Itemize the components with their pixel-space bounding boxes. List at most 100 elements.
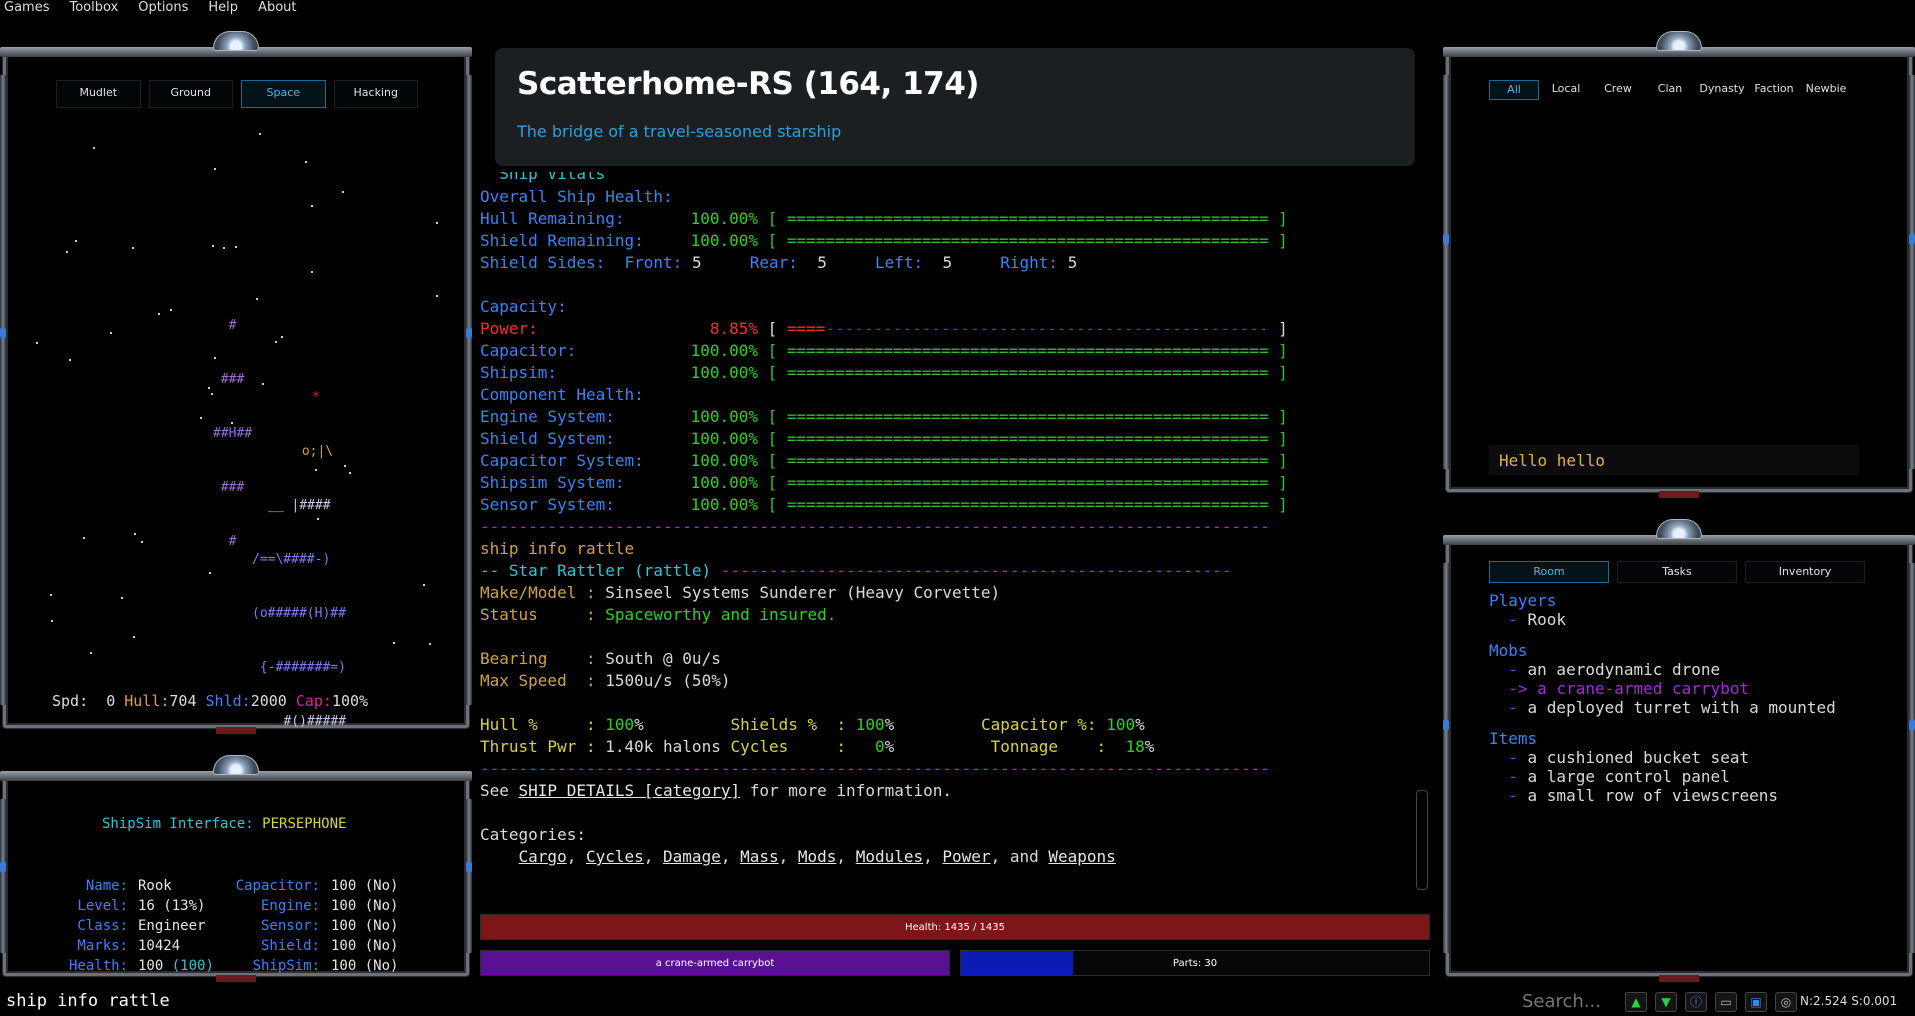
chat-tab-dynasty[interactable]: Dynasty xyxy=(1697,80,1747,100)
star xyxy=(90,652,92,654)
shield-sides-row: Shield Sides: Front: 5 Rear: 5 Left: 5 R… xyxy=(480,253,1078,272)
star xyxy=(223,247,225,249)
make-row: Make/Model : Sinseel Systems Sunderer (H… xyxy=(480,583,1001,602)
tab-ground[interactable]: Ground xyxy=(148,80,233,108)
star xyxy=(121,597,123,599)
category-link-weapons[interactable]: Weapons xyxy=(1048,847,1115,866)
hull-row: Hull Remaining: 100.00% [ ===============… xyxy=(480,209,1288,228)
star xyxy=(50,594,52,596)
list-item[interactable]: - a cushioned bucket seat xyxy=(1489,748,1836,767)
power-row: Power: 8.85% [ ====----------------------… xyxy=(480,319,1288,338)
menu-toolbox[interactable]: Toolbox xyxy=(69,0,118,18)
tab-tasks[interactable]: Tasks xyxy=(1617,561,1737,583)
list-item[interactable]: - a small row of viewscreens xyxy=(1489,786,1836,805)
category-link-cargo[interactable]: Cargo xyxy=(519,847,567,866)
categories-row: Cargo, Cycles, Damage, Mass, Mods, Modul… xyxy=(518,847,1116,866)
component-row: Shipsim System: 100.00% [ ===============… xyxy=(480,473,1288,492)
map-panel: Mudlet Ground Space Hacking # ### ##H## … xyxy=(0,31,472,734)
category-link-cycles[interactable]: Cycles xyxy=(586,847,644,866)
ship-marker-icon: * xyxy=(312,390,320,405)
ship-glyph: o;|\ __ |#### /==\####-) (o#####(H)## {-… xyxy=(252,444,347,729)
star xyxy=(170,309,172,311)
menu-games[interactable]: Games xyxy=(4,0,49,18)
settings-icon[interactable]: ◎ xyxy=(1775,991,1797,1012)
chat-message[interactable]: Hello hello xyxy=(1489,445,1859,475)
star xyxy=(235,246,237,248)
chat-tab-all[interactable]: All xyxy=(1489,80,1539,100)
component-row: Sensor System: 100.00% [ ================… xyxy=(480,495,1288,514)
shield-row: Shield Remaining: 100.00% [ =============… xyxy=(480,231,1288,250)
see-details-row: See SHIP DETAILS [category] for more inf… xyxy=(480,781,953,800)
component-row: Engine System: 100.00% [ ================… xyxy=(480,407,1288,426)
shipsim-title: ShipSim Interface: PERSEPHONE xyxy=(102,816,347,832)
overall-label: Overall Ship Health: xyxy=(480,187,673,206)
chat-tab-crew[interactable]: Crew xyxy=(1593,80,1643,100)
star xyxy=(275,341,277,343)
star xyxy=(214,168,216,170)
star xyxy=(342,191,344,193)
category-link-damage[interactable]: Damage xyxy=(663,847,721,866)
tray: ▲ ▼ ⓘ ▭ ▣ ◎ xyxy=(1625,990,1797,1013)
tab-mudlet[interactable]: Mudlet xyxy=(56,80,141,108)
search-input[interactable] xyxy=(1522,990,1622,1013)
star xyxy=(141,541,143,543)
chat-tab-local[interactable]: Local xyxy=(1541,80,1591,100)
capacitor-row: Capacitor: 100.00% [ ====================… xyxy=(480,341,1288,360)
category-link-modules[interactable]: Modules xyxy=(856,847,923,866)
shipsim-row: Shipsim: 100.00% [ ======================… xyxy=(480,363,1288,382)
tab-space[interactable]: Space xyxy=(241,80,326,108)
down-arrow-icon[interactable]: ▼ xyxy=(1655,991,1677,1012)
chat-tab-faction[interactable]: Faction xyxy=(1749,80,1799,100)
star xyxy=(423,584,425,586)
bearing-row: Bearing : South @ 0u/s xyxy=(480,649,721,668)
controller-icon[interactable]: ▭ xyxy=(1715,991,1737,1012)
room-contents: Players - Rook Mobs - an aerodynamic dro… xyxy=(1489,591,1836,805)
list-item-selected[interactable]: -> a crane-armed carrybot xyxy=(1489,679,1836,698)
star xyxy=(110,332,112,334)
thrust-row: Thrust Pwr : 1.40k halons Cycles : 0% To… xyxy=(480,737,1155,756)
players-heading: Players xyxy=(1489,591,1557,610)
star xyxy=(311,271,313,273)
status-row: Status : Spaceworthy and insured. xyxy=(480,605,837,624)
menu-help[interactable]: Help xyxy=(208,0,238,18)
command-input[interactable]: ship info rattle xyxy=(0,990,1500,1013)
menu-options[interactable]: Options xyxy=(138,0,188,18)
tab-hacking[interactable]: Hacking xyxy=(333,80,418,108)
info-icon[interactable]: ⓘ xyxy=(1685,991,1707,1012)
list-item[interactable]: - Rook xyxy=(1489,610,1836,629)
chat-tab-clan[interactable]: Clan xyxy=(1645,80,1695,100)
menu-about[interactable]: About xyxy=(258,0,296,18)
chat-tab-newbie[interactable]: Newbie xyxy=(1801,80,1851,100)
list-item[interactable]: - a large control panel xyxy=(1489,767,1836,786)
star xyxy=(436,222,438,224)
tab-room[interactable]: Room xyxy=(1489,561,1609,583)
ship-details-link[interactable]: SHIP DETAILS [category] xyxy=(519,781,741,800)
star xyxy=(36,342,38,344)
star xyxy=(259,133,261,135)
category-link-power[interactable]: Power xyxy=(942,847,990,866)
target-bar[interactable]: a crane-armed carrybot xyxy=(480,950,950,976)
parts-bar-fill xyxy=(961,951,1074,975)
star xyxy=(208,387,210,389)
star xyxy=(305,161,307,163)
category-link-mods[interactable]: Mods xyxy=(798,847,837,866)
list-item[interactable]: - a deployed turret with a mounted xyxy=(1489,698,1836,717)
up-arrow-icon[interactable]: ▲ xyxy=(1625,991,1647,1012)
list-item[interactable]: - an aerodynamic drone xyxy=(1489,660,1836,679)
star xyxy=(262,383,264,385)
vitals-heading: Ship Vitals xyxy=(480,172,606,183)
star xyxy=(393,642,395,644)
star xyxy=(93,147,95,149)
component-label: Component Health: xyxy=(480,385,644,404)
chat-panel: All Local Crew Clan Dynasty Faction Newb… xyxy=(1443,31,1915,498)
category-link-mass[interactable]: Mass xyxy=(740,847,779,866)
room-subtitle: The bridge of a travel-seasoned starship xyxy=(517,122,842,141)
parts-bar: Parts: 30 xyxy=(960,950,1430,976)
window-icon[interactable]: ▣ xyxy=(1745,991,1767,1012)
component-row: Capacitor System: 100.00% [ =============… xyxy=(480,451,1288,470)
tab-inventory[interactable]: Inventory xyxy=(1745,561,1865,583)
main-terminal[interactable]: Ship Vitals Overall Ship Health: Hull Re… xyxy=(480,172,1430,892)
terminal-scrollbar[interactable] xyxy=(1416,790,1428,890)
star xyxy=(132,247,134,249)
star xyxy=(281,336,283,338)
